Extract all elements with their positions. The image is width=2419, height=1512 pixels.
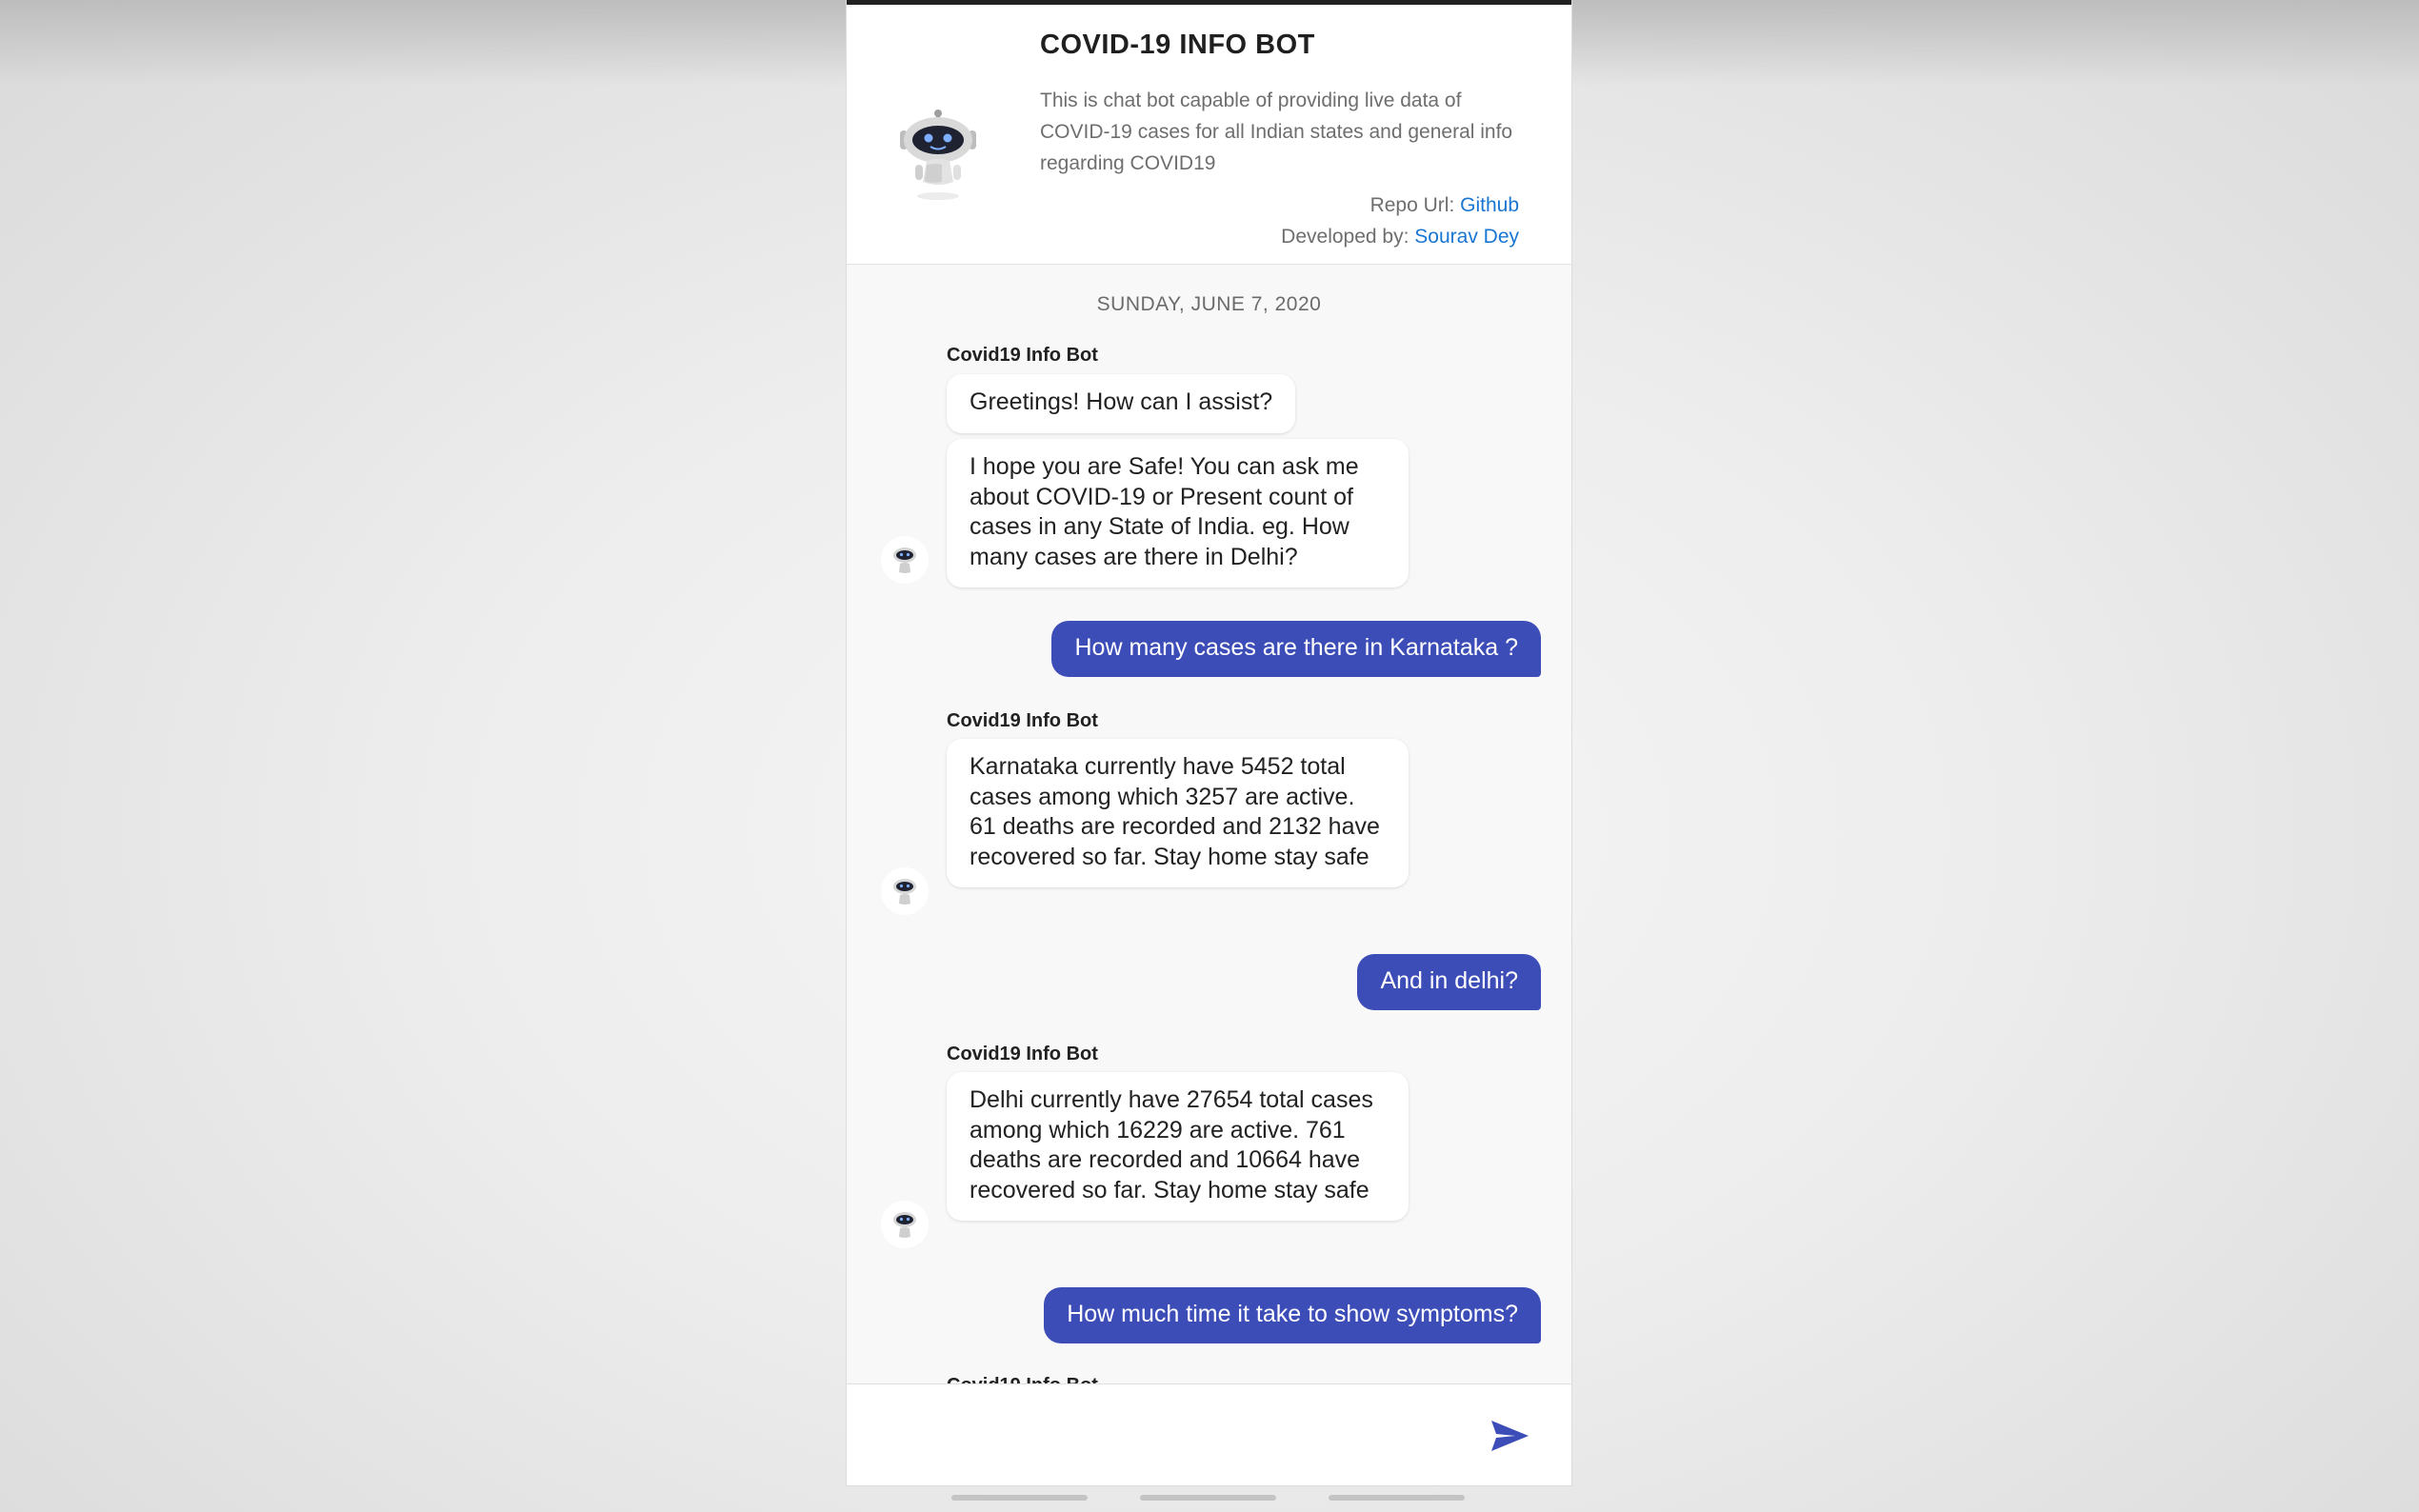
nav-handle-left[interactable] (951, 1495, 1088, 1501)
date-separator: SUNDAY, JUNE 7, 2020 (1096, 293, 1322, 315)
message-sender: Covid19 Info Bot (947, 710, 1098, 731)
developer-label: Developed by: (1281, 226, 1409, 248)
bot-avatar-icon (881, 536, 929, 584)
app-description: This is chat bot capable of providing li… (1040, 90, 1513, 174)
repo-row: Repo Url: Github (1281, 189, 1519, 221)
bot-avatar-icon (881, 1201, 929, 1248)
bot-message: Delhi currently have 27654 total cases a… (947, 1072, 1409, 1221)
chat-app-window: COVID-19 INFO BOT This is chat bot capab… (847, 0, 1571, 1485)
repo-label: Repo Url: (1369, 194, 1455, 216)
nav-handle-right[interactable] (1329, 1495, 1465, 1501)
message-sender: Covid19 Info Bot (947, 1044, 1098, 1064)
developer-link[interactable]: Sourav Dey (1414, 226, 1519, 248)
user-message: And in delhi? (1357, 954, 1541, 1010)
system-nav-bar (847, 1485, 1571, 1512)
app-credits: Repo Url: Github Developed by: Sourav De… (1281, 189, 1519, 252)
bot-message: Karnataka currently have 5452 total case… (947, 739, 1409, 887)
bot-message: I hope you are Safe! You can ask me abou… (947, 439, 1409, 587)
send-icon[interactable] (1487, 1413, 1532, 1459)
message-sender: Covid19 Info Bot (947, 1375, 1098, 1383)
user-message: How much time it take to show symptoms? (1044, 1287, 1541, 1343)
message-sender: Covid19 Info Bot (947, 345, 1098, 366)
nav-handle-center[interactable] (1140, 1495, 1276, 1501)
message-composer (847, 1383, 1571, 1485)
message-input[interactable] (870, 1405, 1464, 1464)
user-message: How many cases are there in Karnataka ? (1051, 621, 1541, 677)
bot-avatar-icon (881, 867, 929, 915)
github-link[interactable]: Github (1460, 194, 1519, 216)
robot-logo-icon (900, 109, 976, 200)
developer-row: Developed by: Sourav Dey (1281, 221, 1519, 252)
message-list[interactable]: SUNDAY, JUNE 7, 2020 Covid19 Info Bot Gr… (847, 265, 1571, 1383)
app-title: COVID-19 INFO BOT (1040, 30, 1315, 60)
bot-message: Greetings! How can I assist? (947, 374, 1296, 433)
app-header: COVID-19 INFO BOT This is chat bot capab… (847, 0, 1571, 265)
